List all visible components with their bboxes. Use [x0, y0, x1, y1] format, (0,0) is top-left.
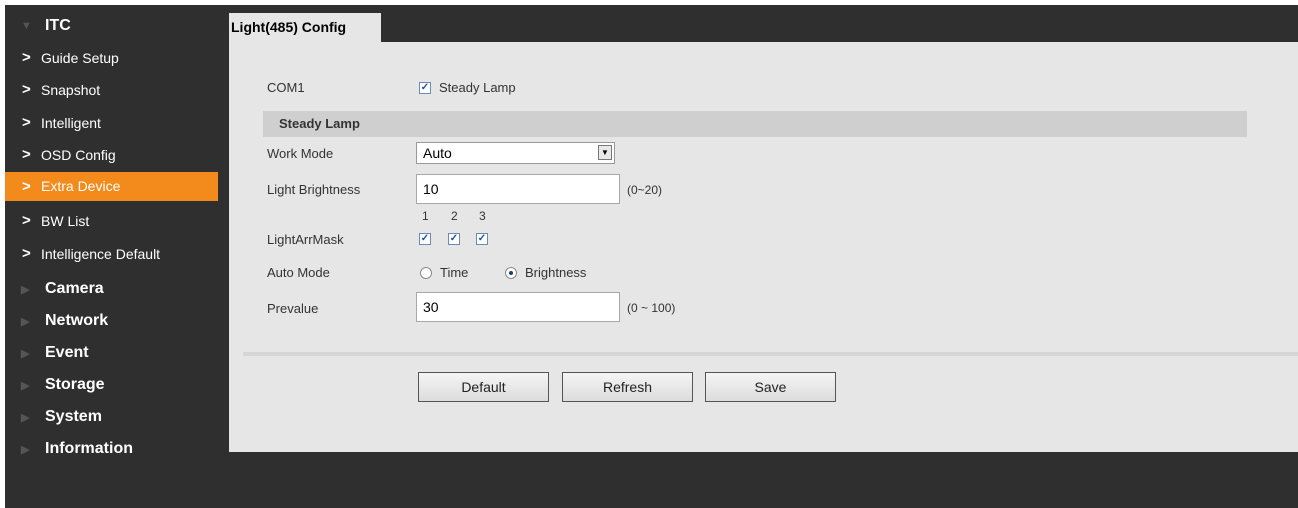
chevron-right-icon: > — [22, 49, 31, 66]
auto-mode-brightness-label: Brightness — [525, 265, 587, 280]
dropdown-arrow-icon: ▼ — [598, 145, 612, 160]
work-mode-select[interactable]: Auto ▼ — [416, 142, 615, 164]
sidebar-item-label: Extra Device — [41, 178, 121, 194]
sidebar-item-intelligent[interactable]: > Intelligent — [5, 114, 218, 144]
sidebar-section-network[interactable]: ▶ Network — [5, 312, 218, 344]
sidebar-section-label: Information — [45, 440, 133, 457]
sidebar-item-bw-list[interactable]: > BW List — [5, 212, 218, 242]
prevalue-range: (0 ~ 100) — [627, 301, 676, 315]
sidebar-section-label: System — [45, 408, 102, 425]
steady-lamp-check-label: Steady Lamp — [439, 80, 516, 95]
tab-bar — [229, 5, 1298, 42]
com1-steady-lamp-checkbox[interactable]: ✓ — [419, 82, 431, 94]
sidebar-item-label: OSD Config — [41, 147, 116, 163]
light-brightness-range: (0~20) — [627, 183, 663, 197]
save-button[interactable]: Save — [705, 372, 836, 402]
mask-3-checkbox[interactable]: ✓ — [476, 233, 488, 245]
tab-light-485-config[interactable]: Light(485) Config — [229, 13, 381, 42]
expanded-triangle-icon: ▼ — [21, 20, 32, 32]
app-frame: ▼ ITC > Guide Setup > Snapshot > Intelli… — [5, 5, 1298, 508]
light-brightness-input[interactable]: 10 — [416, 174, 620, 204]
work-mode-value: Auto — [423, 145, 452, 161]
collapsed-triangle-icon: ▶ — [21, 412, 30, 424]
sidebar-item-label: BW List — [41, 213, 90, 229]
collapsed-triangle-icon: ▶ — [21, 316, 30, 328]
sidebar-item-label: Guide Setup — [41, 50, 119, 66]
sidebar-item-guide-setup[interactable]: > Guide Setup — [5, 49, 218, 79]
auto-mode-brightness-radio[interactable] — [505, 267, 517, 279]
collapsed-triangle-icon: ▶ — [21, 444, 30, 456]
sidebar-item-extra-device[interactable]: > Extra Device — [5, 172, 218, 201]
collapsed-triangle-icon: ▶ — [21, 348, 30, 360]
sidebar-item-label: Intelligence Default — [41, 246, 161, 262]
collapsed-triangle-icon: ▶ — [21, 380, 30, 392]
mask-2-checkbox[interactable]: ✓ — [448, 233, 460, 245]
auto-mode-time-radio[interactable] — [420, 267, 432, 279]
sidebar-section-label: Event — [45, 344, 89, 361]
sidebar-section-label: Storage — [45, 376, 105, 393]
divider — [243, 352, 1298, 356]
auto-mode-time-label: Time — [440, 265, 469, 280]
mask-number-2: 2 — [451, 209, 458, 223]
work-mode-label: Work Mode — [267, 146, 334, 161]
mask-1-checkbox[interactable]: ✓ — [419, 233, 431, 245]
chevron-right-icon: > — [22, 245, 31, 262]
sidebar-section-information[interactable]: ▶ Information — [5, 440, 218, 472]
chevron-right-icon: > — [22, 146, 31, 163]
config-panel: COM1 ✓ Steady Lamp Steady Lamp Work Mode… — [229, 42, 1298, 452]
sidebar-section-label: Network — [45, 312, 109, 329]
sidebar-section-itc[interactable]: ▼ ITC — [5, 17, 218, 49]
light-arr-mask-label: LightArrMask — [267, 232, 344, 247]
sidebar-item-intelligence-default[interactable]: > Intelligence Default — [5, 245, 218, 275]
sidebar-section-storage[interactable]: ▶ Storage — [5, 376, 218, 408]
section-header-steady-lamp: Steady Lamp — [263, 111, 1247, 137]
chevron-right-icon: > — [22, 114, 31, 131]
default-button[interactable]: Default — [418, 372, 549, 402]
chevron-right-icon: > — [22, 81, 31, 98]
chevron-right-icon: > — [22, 212, 31, 229]
sidebar-section-system[interactable]: ▶ System — [5, 408, 218, 440]
sidebar-item-label: Snapshot — [41, 82, 101, 98]
sidebar-section-event[interactable]: ▶ Event — [5, 344, 218, 376]
sidebar-item-label: Intelligent — [41, 115, 101, 131]
sidebar-section-label: Camera — [45, 280, 104, 297]
light-brightness-label: Light Brightness — [267, 182, 361, 197]
prevalue-input[interactable]: 30 — [416, 292, 620, 322]
chevron-right-icon: > — [22, 178, 31, 195]
refresh-button[interactable]: Refresh — [562, 372, 693, 402]
mask-number-3: 3 — [479, 209, 486, 223]
mask-number-1: 1 — [422, 209, 429, 223]
sidebar-item-snapshot[interactable]: > Snapshot — [5, 81, 218, 111]
auto-mode-label: Auto Mode — [267, 265, 330, 280]
collapsed-triangle-icon: ▶ — [21, 284, 30, 296]
prevalue-label: Prevalue — [267, 301, 319, 316]
com1-label: COM1 — [267, 80, 305, 95]
sidebar-section-camera[interactable]: ▶ Camera — [5, 280, 218, 312]
sidebar: ▼ ITC > Guide Setup > Snapshot > Intelli… — [5, 5, 218, 465]
sidebar-section-label: ITC — [45, 17, 71, 34]
